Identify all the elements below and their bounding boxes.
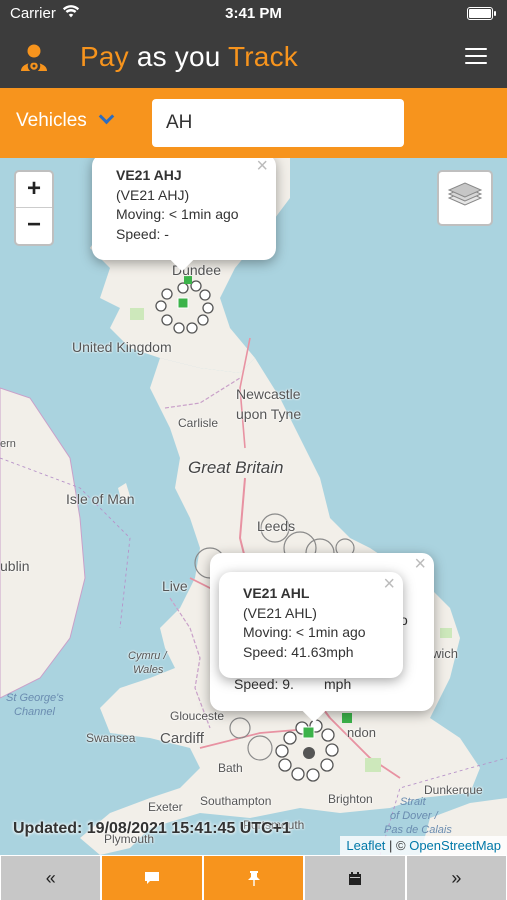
map-label-newcastle: Newcastle — [236, 386, 301, 402]
popup-status: Moving: < 1min ago — [243, 624, 366, 640]
double-right-icon: » — [451, 867, 462, 888]
map-label-southampton: Southampton — [200, 794, 272, 808]
map-label-cymru: Cymru / — [128, 650, 167, 662]
popup-close-button[interactable]: × — [383, 574, 395, 595]
messages-button[interactable] — [102, 856, 202, 900]
map-label-brighton: Brighton — [328, 792, 373, 806]
zoom-out-button[interactable]: − — [16, 208, 52, 244]
popup-speed: Speed: - — [116, 225, 169, 242]
map-label-cardiff: Cardiff — [160, 730, 204, 747]
battery-tip — [494, 11, 496, 16]
hamburger-menu-button[interactable] — [465, 48, 487, 66]
map-label-upon-tyne: upon Tyne — [236, 406, 302, 422]
status-bar: Carrier 3:41 PM — [0, 0, 507, 28]
popup-status: Moving: < 1min ago — [116, 206, 239, 222]
double-left-icon: « — [45, 867, 56, 888]
vehicle-popup: × VE21 AHL (VE21 AHL) Moving: < 1min ago… — [219, 572, 403, 678]
map-label-exeter: Exeter — [148, 800, 183, 814]
chevron-down-icon — [98, 108, 115, 125]
menu-bar — [465, 62, 487, 64]
driver-logo-icon — [21, 44, 47, 72]
comment-icon — [145, 872, 160, 884]
calendar-icon — [348, 871, 361, 885]
layers-icon — [447, 182, 483, 206]
vehicles-dropdown[interactable]: Vehicles — [16, 108, 115, 132]
vehicles-dropdown-label: Vehicles — [16, 110, 87, 131]
pin-button[interactable] — [203, 856, 304, 900]
zoom-control: + − — [14, 170, 54, 246]
app-header: Pay as you Track — [0, 28, 507, 88]
map-label-wales: Wales — [133, 664, 164, 676]
app-title: Pay as you Track — [80, 41, 298, 73]
map-label-dunkerque: Dunkerque — [424, 783, 483, 797]
map-label-gloucester: Glouceste — [170, 709, 225, 723]
map-label-norwich: wich — [432, 646, 459, 661]
search-strip: Vehicles — [0, 88, 507, 158]
map-label-leeds: Leeds — [257, 518, 296, 534]
pin-icon — [247, 871, 260, 886]
map-label-liverpool: Live — [162, 578, 188, 594]
map-attribution: Leaflet | © OpenStreetMap — [340, 836, 507, 855]
map-label-st-georges: St George's — [6, 692, 64, 704]
popup-sub: (VE21 AHJ) — [116, 186, 190, 203]
attribution-separator: | © — [385, 838, 410, 853]
battery-icon — [467, 7, 493, 20]
map-label-bath: Bath — [218, 761, 243, 775]
popup-close-button[interactable]: × — [414, 554, 426, 575]
app-title-pay: Pay — [80, 41, 129, 72]
app-title-middle: as you — [128, 41, 229, 72]
popup-sub: (VE21 AHL) — [243, 604, 317, 621]
map-label-london: ndon — [347, 725, 376, 740]
map-label-of-dover: of Dover / — [390, 810, 438, 822]
updated-timestamp: Updated: 19/08/2021 15:41:45 UTC+1 — [13, 820, 291, 837]
map-label-carlisle: Carlisle — [178, 416, 219, 430]
zoom-in-button[interactable]: + — [16, 172, 52, 208]
map-label-great-britain: Great Britain — [188, 458, 284, 477]
popup-plate: VE21 AHJ — [116, 167, 182, 183]
map-label-uk: United Kingdom — [72, 339, 172, 355]
map-label-ern: ern — [0, 438, 16, 450]
layers-button[interactable] — [437, 170, 493, 226]
calendar-button[interactable] — [305, 856, 405, 900]
search-input[interactable] — [152, 99, 404, 147]
previous-button[interactable]: « — [1, 856, 101, 900]
map-label-strait: Strait — [400, 796, 426, 808]
menu-bar — [465, 55, 487, 57]
menu-bar — [465, 48, 487, 50]
popup-close-button[interactable]: × — [256, 158, 268, 177]
map-label-isle-of-man: Isle of Man — [66, 491, 135, 507]
next-button[interactable]: » — [406, 856, 507, 900]
osm-link[interactable]: OpenStreetMap — [409, 838, 501, 853]
popup-speed: Speed: 41.63mph — [243, 643, 354, 660]
popup-plate: VE21 AHL — [243, 585, 310, 601]
bottom-toolbar: « » — [0, 855, 507, 900]
map-label-swansea: Swansea — [86, 731, 136, 745]
map-label-channel: Channel — [14, 706, 55, 718]
map-label-pas-de-calais: Pas de Calais — [384, 824, 452, 836]
leaflet-link[interactable]: Leaflet — [346, 838, 385, 853]
status-time: 3:41 PM — [225, 5, 282, 22]
app-title-track: Track — [228, 41, 298, 72]
map-label-dublin: ublin — [0, 558, 30, 574]
map[interactable]: Dundee United Kingdom Newcastle upon Tyn… — [0, 158, 507, 855]
vehicle-popup: × VE21 AHJ (VE21 AHJ) Moving: < 1min ago… — [92, 158, 276, 272]
